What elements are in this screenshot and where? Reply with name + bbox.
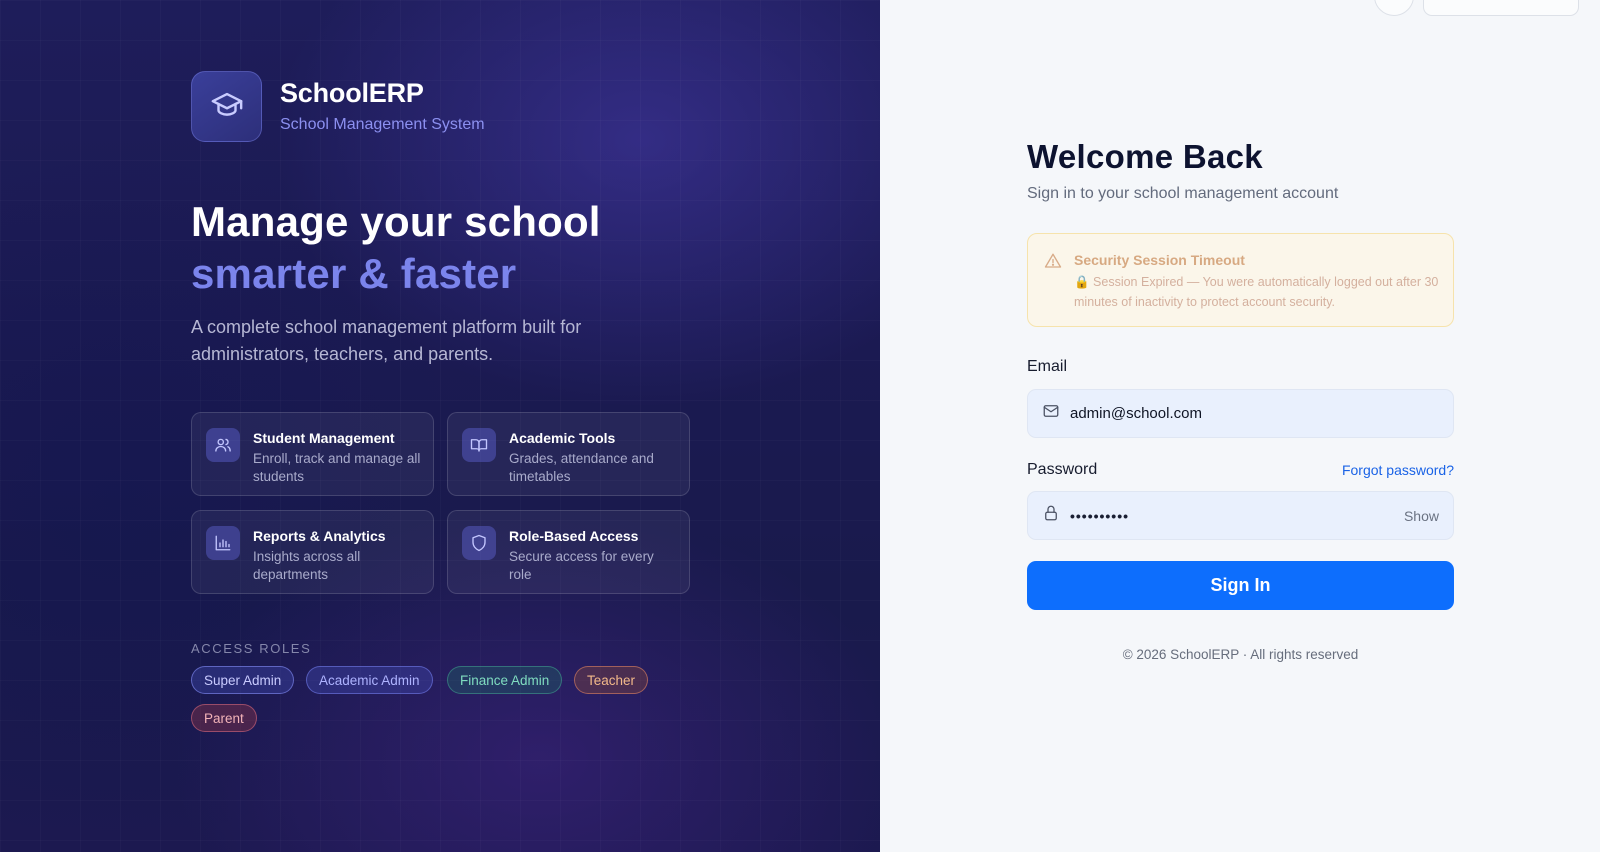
feature-card-academic-tools: Academic Tools Grades, attendance and ti…	[447, 412, 690, 496]
access-roles-title: ACCESS ROLES	[191, 641, 312, 656]
role-badge-finance-admin: Finance Admin	[447, 666, 563, 694]
email-label: Email	[1027, 358, 1068, 375]
users-icon	[206, 428, 240, 462]
hero-line-1: Manage your school	[191, 198, 601, 245]
show-password-toggle[interactable]: Show	[1404, 508, 1439, 524]
email-field[interactable]: admin@school.com	[1027, 389, 1454, 438]
lock-icon	[1042, 504, 1060, 527]
hero-line-2: smarter & faster	[191, 250, 517, 297]
forgot-password-link[interactable]: Forgot password?	[1340, 462, 1454, 478]
email-value: admin@school.com	[1070, 405, 1202, 422]
logo	[191, 71, 262, 142]
role-badge-academic-admin: Academic Admin	[306, 666, 433, 694]
brand-name: SchoolERP	[280, 78, 424, 108]
feature-card-reports-analytics: Reports & Analytics Insights across all …	[191, 510, 434, 594]
bar-chart-icon	[206, 526, 240, 560]
login-panel: Welcome Back Sign in to your school mana…	[880, 0, 1600, 852]
feature-description: Enroll, track and manage all students	[253, 451, 421, 484]
theme-toggle-button[interactable]	[1374, 0, 1414, 16]
sign-in-button[interactable]: Sign In	[1027, 561, 1454, 610]
graduation-cap-icon	[210, 87, 244, 126]
feature-title: Student Management	[253, 430, 395, 446]
password-field[interactable]: •••••••••• Show	[1027, 491, 1454, 540]
shield-icon	[462, 526, 496, 560]
book-icon	[462, 428, 496, 462]
feature-title: Role-Based Access	[509, 528, 639, 544]
password-label: Password	[1027, 461, 1098, 478]
role-badge-parent: Parent	[191, 704, 257, 732]
mail-icon	[1042, 402, 1060, 425]
feature-title: Reports & Analytics	[253, 528, 386, 544]
feature-card-role-based-access: Role-Based Access Secure access for ever…	[447, 510, 690, 594]
footer-copyright: © 2026 SchoolERP · All rights reserved	[1122, 647, 1359, 662]
feature-card-student-management: Student Management Enroll, track and man…	[191, 412, 434, 496]
password-value: ••••••••••	[1070, 507, 1130, 524]
feature-description: Secure access for every role	[509, 549, 654, 582]
hero-description: A complete school management platform bu…	[191, 317, 582, 364]
role-badge-teacher: Teacher	[574, 666, 649, 694]
role-badge-super-admin: Super Admin	[191, 666, 295, 694]
warning-icon	[1044, 252, 1062, 275]
language-selector[interactable]	[1423, 0, 1579, 16]
feature-description: Grades, attendance and timetables	[509, 451, 654, 484]
feature-title: Academic Tools	[509, 430, 616, 446]
session-timeout-alert: Security Session Timeout 🔒 Session Expir…	[1027, 233, 1454, 327]
alert-title: Security Session Timeout	[1074, 252, 1245, 268]
branding-panel: SchoolERP School Management System Manag…	[0, 0, 880, 852]
feature-description: Insights across all departments	[253, 549, 361, 582]
hero-headline: Manage your school smarter & faster	[191, 196, 601, 300]
page-subtitle: Sign in to your school management accoun…	[1027, 185, 1339, 202]
alert-message: 🔒 Session Expired — You were automatical…	[1074, 275, 1439, 309]
brand-subtitle: School Management System	[280, 116, 485, 133]
page-title: Welcome Back	[1027, 138, 1263, 175]
